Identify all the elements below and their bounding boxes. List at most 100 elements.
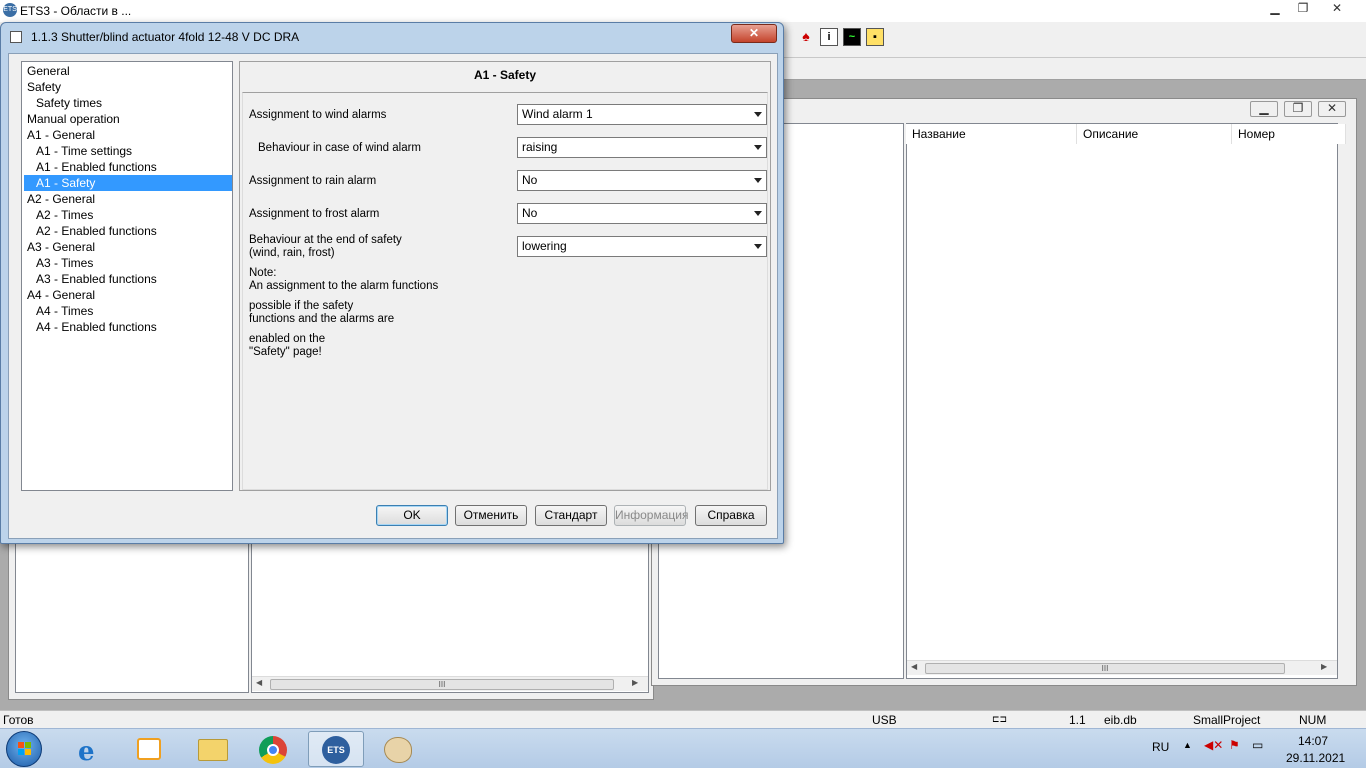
ok-button[interactable]: OK bbox=[376, 505, 448, 526]
main-window-title: ETS3 - Области в ... bbox=[20, 4, 132, 18]
dialog-close-button[interactable]: ✕ bbox=[731, 24, 777, 43]
status-project: SmallProject bbox=[1193, 713, 1261, 727]
nav-item[interactable]: A4 - Enabled functions bbox=[22, 319, 230, 335]
nav-item[interactable]: A4 - Times bbox=[22, 303, 230, 319]
chevron-down-icon bbox=[754, 211, 762, 216]
horizontal-scrollbar[interactable]: ◀ III ▶ bbox=[252, 676, 648, 691]
end-of-safety-behaviour-label: Behaviour at the end of safety (wind, ra… bbox=[249, 234, 402, 260]
frost-alarm-assignment-dropdown[interactable]: No bbox=[517, 203, 767, 224]
wind-alarm-assignment-dropdown[interactable]: Wind alarm 1 bbox=[517, 104, 767, 125]
scroll-right-icon[interactable]: ▶ bbox=[632, 678, 638, 687]
wind-alarm-behaviour-label: Behaviour in case of wind alarm bbox=[258, 142, 421, 154]
taskbar-paint[interactable] bbox=[370, 731, 426, 767]
note-line: An assignment to the alarm functions bbox=[249, 280, 439, 292]
internet-explorer-icon: e bbox=[78, 737, 95, 767]
windows-logo-icon bbox=[18, 742, 24, 748]
taskbar-ets3[interactable]: ETS bbox=[308, 731, 364, 767]
note-line: enabled on the bbox=[249, 333, 326, 345]
nav-item[interactable]: A1 - Time settings bbox=[22, 143, 230, 159]
scroll-right-icon[interactable]: ▶ bbox=[1321, 662, 1327, 671]
nav-item[interactable]: A2 - General bbox=[22, 191, 230, 207]
connection-icon: ⊏⊐ bbox=[992, 714, 1008, 724]
end-of-safety-behaviour-dropdown[interactable]: lowering bbox=[517, 236, 767, 257]
nav-item[interactable]: A2 - Enabled functions bbox=[22, 223, 230, 239]
folder-icon bbox=[198, 739, 228, 761]
parameter-page-tree: General Safety Safety times Manual operatio… bbox=[21, 61, 233, 491]
taskbar-media-player[interactable] bbox=[122, 731, 178, 767]
horizontal-scrollbar[interactable]: ◀ III ▶ bbox=[907, 660, 1337, 675]
nav-item[interactable]: A4 - General bbox=[22, 287, 230, 303]
taskbar-chrome[interactable] bbox=[246, 731, 302, 767]
dialog-title: 1.1.3 Shutter/blind actuator 4fold 12-48… bbox=[31, 30, 300, 44]
buildings-tree-pane bbox=[15, 541, 249, 693]
column-header-description[interactable]: Описание bbox=[1077, 124, 1232, 144]
wind-alarm-behaviour-dropdown[interactable]: raising bbox=[517, 137, 767, 158]
nav-item[interactable]: A2 - Times bbox=[22, 207, 230, 223]
rain-alarm-assignment-dropdown[interactable]: No bbox=[517, 170, 767, 191]
taskbar-internet-explorer[interactable]: e bbox=[62, 731, 118, 767]
network-icon[interactable]: ▭ bbox=[1252, 738, 1263, 752]
status-numlock: NUM bbox=[1299, 713, 1327, 727]
nav-item[interactable]: General bbox=[22, 63, 230, 79]
close-button[interactable]: ✕ bbox=[1322, 1, 1352, 17]
show-hidden-icons[interactable]: ▲ bbox=[1183, 740, 1192, 750]
child-minimize-button[interactable]: ▁ bbox=[1250, 101, 1278, 117]
default-values-button[interactable]: Стандарт bbox=[535, 505, 607, 526]
nav-item[interactable]: Manual operation bbox=[22, 111, 230, 127]
status-bar: Готов USB ⊏⊐ 1.1 eib.db SmallProject NUM bbox=[0, 710, 1366, 728]
child-restore-button[interactable]: ❐ bbox=[1284, 101, 1312, 117]
buildings-detail-pane: ◀ III ▶ bbox=[251, 541, 649, 693]
nav-item[interactable]: A3 - Enabled functions bbox=[22, 271, 230, 287]
dropdown-value: raising bbox=[522, 140, 558, 154]
chrome-icon bbox=[259, 736, 287, 764]
device-icon bbox=[10, 31, 22, 43]
chrome-center-icon bbox=[267, 744, 279, 756]
chevron-down-icon bbox=[754, 145, 762, 150]
input-language[interactable]: RU bbox=[1152, 740, 1169, 754]
nav-item[interactable]: Safety bbox=[22, 79, 230, 95]
cancel-button[interactable]: Отменить bbox=[455, 505, 527, 526]
clock-date[interactable]: 29.11.2021 bbox=[1286, 751, 1345, 765]
device-download-icon[interactable]: ♠ bbox=[797, 28, 815, 46]
nav-item[interactable]: A1 - Enabled functions bbox=[22, 159, 230, 175]
label-line: Behaviour at the end of safety bbox=[249, 234, 402, 246]
start-button[interactable] bbox=[6, 731, 42, 767]
volume-muted-icon[interactable]: ◀✕ bbox=[1204, 738, 1223, 752]
nav-item[interactable]: A1 - General bbox=[22, 127, 230, 143]
column-header-number[interactable]: Номер bbox=[1232, 124, 1346, 144]
windows-logo-icon bbox=[18, 749, 24, 755]
scrollbar-thumb[interactable]: III bbox=[270, 679, 614, 690]
nav-item[interactable]: A3 - General bbox=[22, 239, 230, 255]
scroll-left-icon[interactable]: ◀ bbox=[256, 678, 262, 687]
taskbar-explorer[interactable] bbox=[184, 731, 240, 767]
dropdown-value: No bbox=[522, 173, 538, 187]
monitor-icon[interactable]: ~ bbox=[843, 28, 861, 46]
windows-logo-icon bbox=[25, 749, 31, 755]
ets-icon: ETS bbox=[322, 736, 350, 764]
nav-item[interactable]: A3 - Times bbox=[22, 255, 230, 271]
action-center-icon[interactable]: ⚑ bbox=[1229, 738, 1240, 752]
nav-item[interactable]: A1 - Safety bbox=[24, 175, 232, 191]
column-header-name[interactable]: Название bbox=[906, 124, 1077, 144]
help-button[interactable]: Справка bbox=[695, 505, 767, 526]
maximize-button[interactable]: ❐ bbox=[1288, 1, 1318, 17]
dropdown-value: lowering bbox=[522, 239, 567, 253]
info-icon[interactable]: i bbox=[820, 28, 838, 46]
note-line: Note: bbox=[249, 267, 277, 279]
parameters-dialog: 1.1.3 Shutter/blind actuator 4fold 12-48… bbox=[0, 22, 784, 544]
dropdown-value: Wind alarm 1 bbox=[522, 107, 593, 121]
diagnostics-icon[interactable]: ▪ bbox=[866, 28, 884, 46]
information-button: Информация bbox=[614, 505, 688, 526]
ets-app-icon: ETS bbox=[3, 3, 17, 17]
windows-logo-icon bbox=[25, 742, 31, 748]
status-interface: USB bbox=[872, 713, 897, 727]
paint-palette-icon bbox=[384, 737, 412, 763]
scroll-left-icon[interactable]: ◀ bbox=[911, 662, 917, 671]
note-line: functions and the alarms are bbox=[249, 313, 395, 325]
minimize-button[interactable]: ▁ bbox=[1260, 1, 1290, 17]
scrollbar-thumb[interactable]: III bbox=[925, 663, 1285, 674]
chevron-down-icon bbox=[754, 244, 762, 249]
nav-item[interactable]: Safety times bbox=[22, 95, 230, 111]
clock-time[interactable]: 14:07 bbox=[1298, 734, 1328, 748]
child-close-button[interactable]: ✕ bbox=[1318, 101, 1346, 117]
